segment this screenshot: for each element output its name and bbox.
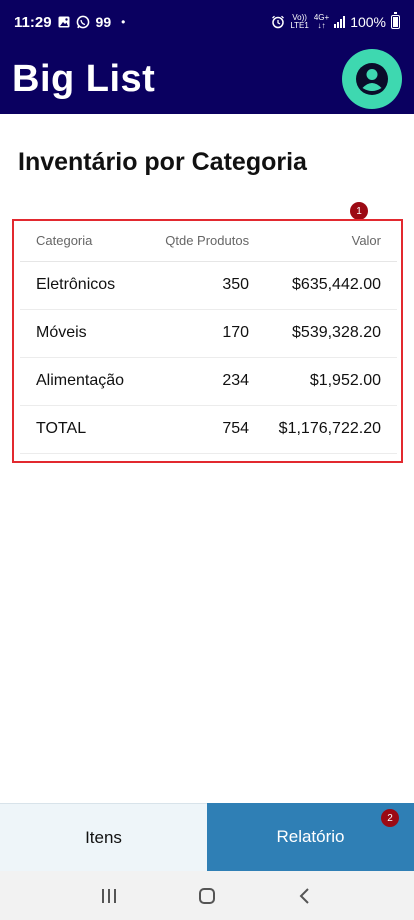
signal-icon (334, 16, 346, 28)
annotation-badge-2: 2 (381, 809, 399, 827)
system-nav-bar (0, 871, 414, 920)
cell-valor: $1,952.00 (265, 357, 397, 406)
volte-indicator: Vo)) LTE1 (290, 14, 309, 30)
volte-bottom: LTE1 (290, 21, 309, 30)
cell-qtde: 754 (153, 405, 266, 454)
cell-categoria: Alimentação (20, 357, 154, 406)
annotation-badge-1: 1 (350, 202, 368, 220)
recents-icon (102, 888, 116, 903)
inventory-table: Categoria Qtde Produtos Valor Eletrônico… (20, 221, 397, 454)
battery-percent: 100% (350, 14, 386, 30)
table-row[interactable]: Móveis 170 $539,328.20 (20, 309, 397, 358)
table-row[interactable]: Eletrônicos 350 $635,442.00 (20, 261, 397, 310)
net-bottom: ↓↑ (317, 21, 326, 30)
header-qtde-produtos[interactable]: Qtde Produtos (153, 221, 266, 262)
status-right: Vo)) LTE1 4G+ ↓↑ 100% (271, 12, 400, 30)
status-dot: • (121, 15, 126, 29)
status-bar: 11:29 99 • Vo)) LTE1 4G+ ↓↑ 100% (0, 0, 414, 44)
tab-itens[interactable]: Itens (0, 803, 207, 871)
bottom-nav: Itens Relatório (0, 803, 414, 871)
cell-categoria: Móveis (20, 309, 154, 358)
table-header-row: Categoria Qtde Produtos Valor (20, 221, 397, 262)
network-indicator: 4G+ ↓↑ (314, 14, 329, 30)
cell-qtde: 350 (153, 261, 266, 310)
home-icon (199, 887, 215, 904)
status-99: 99 (95, 14, 112, 30)
back-icon (299, 887, 309, 904)
home-button[interactable] (187, 876, 227, 916)
cell-qtde: 170 (153, 309, 266, 358)
page-title: Inventário por Categoria (18, 148, 307, 176)
cell-qtde: 234 (153, 357, 266, 406)
alarm-icon (271, 15, 285, 29)
recents-button[interactable] (89, 876, 129, 916)
cell-valor: $1,176,722.20 (265, 405, 397, 454)
table-row[interactable]: Alimentação 234 $1,952.00 (20, 357, 397, 406)
gallery-icon (58, 16, 70, 28)
account-circle-icon (356, 63, 388, 95)
back-button[interactable] (285, 876, 325, 916)
table-row-total[interactable]: TOTAL 754 $1,176,722.20 (20, 405, 397, 454)
battery-icon (391, 12, 400, 29)
cell-categoria: TOTAL (20, 405, 154, 454)
status-time: 11:29 (14, 13, 52, 31)
whatsapp-icon (76, 15, 90, 29)
status-left: 11:29 99 • (14, 14, 125, 31)
cell-valor: $539,328.20 (265, 309, 397, 358)
header-valor[interactable]: Valor (265, 221, 397, 262)
header-categoria[interactable]: Categoria (20, 221, 154, 262)
inventory-table-card: Categoria Qtde Produtos Valor Eletrônico… (12, 219, 403, 463)
profile-button[interactable] (342, 49, 402, 109)
app-bar: Big List (0, 44, 414, 114)
app-title: Big List (12, 57, 156, 100)
cell-categoria: Eletrônicos (20, 261, 154, 310)
cell-valor: $635,442.00 (265, 261, 397, 310)
